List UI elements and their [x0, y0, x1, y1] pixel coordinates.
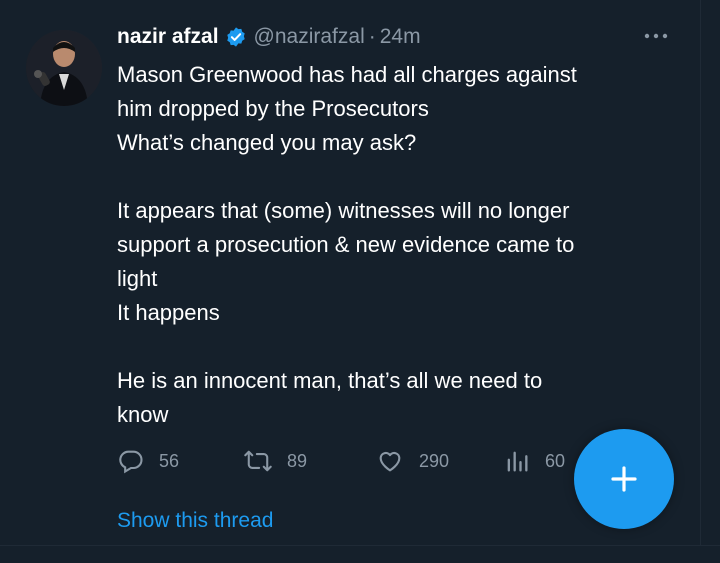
- display-name[interactable]: nazir afzal: [117, 25, 219, 49]
- plus-icon: [611, 466, 637, 492]
- background-timeline-edge: [700, 0, 720, 563]
- avatar-image: [26, 30, 102, 106]
- timestamp[interactable]: 24m: [380, 25, 421, 49]
- avatar[interactable]: [26, 30, 102, 106]
- like-count: 290: [419, 450, 450, 471]
- user-handle[interactable]: @nazirafzal: [254, 25, 365, 49]
- views-button[interactable]: 60: [503, 446, 565, 476]
- more-options-icon[interactable]: [641, 28, 671, 44]
- heart-icon: [379, 451, 401, 472]
- reply-count: 56: [159, 450, 180, 471]
- show-thread-link[interactable]: Show this thread: [117, 509, 273, 533]
- background-timeline-bottom: [0, 545, 720, 563]
- tweet-actions: 56 89 290 60: [117, 446, 587, 476]
- view-count: 60: [545, 450, 566, 471]
- reply-icon: [119, 450, 143, 474]
- retweet-button[interactable]: 89: [243, 446, 307, 476]
- tweet-text: Mason Greenwood has had all charges agai…: [117, 62, 577, 427]
- like-button[interactable]: 290: [375, 446, 449, 476]
- tweet-header: nazir afzal @nazirafzal · 24m: [117, 22, 421, 52]
- analytics-icon: [507, 451, 528, 472]
- retweet-count: 89: [287, 450, 308, 471]
- separator-dot: ·: [368, 25, 376, 48]
- retweet-icon: [244, 450, 272, 472]
- reply-button[interactable]: 56: [117, 446, 179, 476]
- verified-badge-icon: [225, 26, 247, 48]
- compose-tweet-button[interactable]: [574, 429, 674, 529]
